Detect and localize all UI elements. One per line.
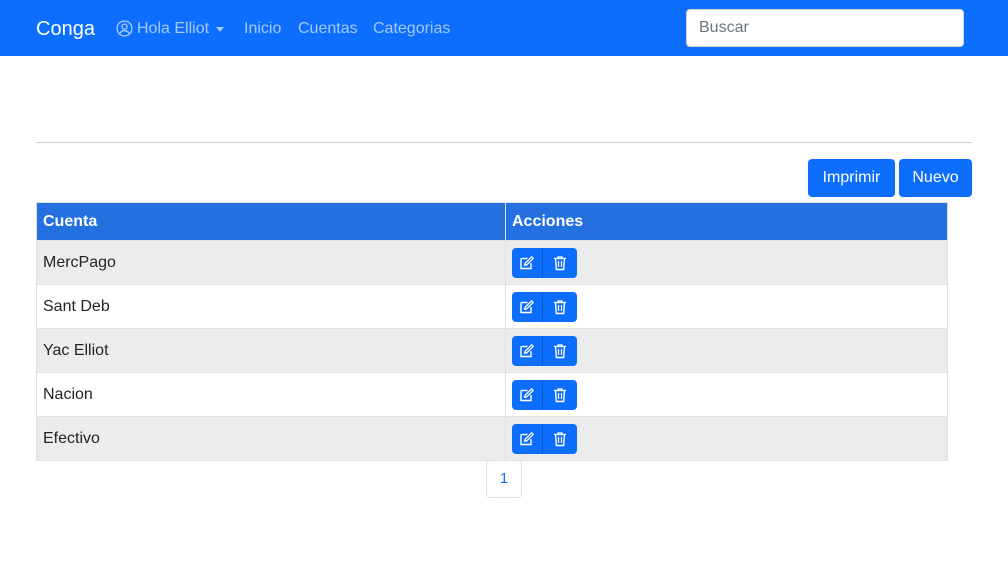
account-name-cell: Efectivo	[36, 416, 506, 461]
edit-icon	[520, 431, 534, 445]
row-actions	[512, 247, 941, 278]
table-row: MercPago	[36, 240, 948, 285]
delete-button[interactable]	[542, 247, 577, 278]
trash-icon	[554, 299, 566, 314]
account-name-cell: Yac Elliot	[36, 328, 506, 373]
delete-button[interactable]	[542, 423, 577, 454]
row-actions	[512, 423, 941, 454]
table-row: Nacion	[36, 372, 948, 417]
account-name-cell: MercPago	[36, 240, 506, 285]
trash-icon	[554, 431, 566, 446]
edit-button[interactable]	[512, 379, 542, 410]
nav-link-categorias[interactable]: Categorias	[373, 19, 450, 38]
row-actions	[512, 291, 941, 322]
accounts-table: Cuenta Acciones MercPago Sant Deb Yac Elli…	[36, 202, 948, 461]
delete-button[interactable]	[542, 379, 577, 410]
table-row: Efectivo	[36, 416, 948, 461]
edit-button[interactable]	[512, 247, 542, 278]
section-divider	[36, 142, 972, 143]
print-button[interactable]: Imprimir	[808, 159, 895, 197]
nav-link-inicio[interactable]: Inicio	[244, 19, 281, 38]
user-circle-icon	[116, 20, 133, 37]
column-header-cuenta: Cuenta	[36, 202, 506, 241]
actions-cell	[505, 416, 948, 461]
edit-icon	[520, 255, 534, 269]
trash-icon	[554, 343, 566, 358]
user-menu-dropdown[interactable]: Hola Elliot	[116, 19, 225, 38]
edit-button[interactable]	[512, 423, 542, 454]
trash-icon	[554, 255, 566, 270]
column-header-acciones: Acciones	[505, 202, 948, 241]
actions-cell	[505, 328, 948, 373]
edit-icon	[520, 387, 534, 401]
edit-icon	[520, 343, 534, 357]
chevron-down-icon	[216, 27, 225, 32]
table-header-row: Cuenta Acciones	[36, 202, 948, 241]
table-body: MercPago Sant Deb Yac Elliot Nacion Efectivo	[36, 240, 948, 461]
delete-button[interactable]	[542, 291, 577, 322]
pagination-page-1[interactable]: 1	[486, 460, 522, 498]
row-actions	[512, 379, 941, 410]
account-name-cell: Sant Deb	[36, 284, 506, 329]
table-row: Yac Elliot	[36, 328, 948, 373]
actions-cell	[505, 372, 948, 417]
edit-icon	[520, 299, 534, 313]
row-actions	[512, 335, 941, 366]
edit-button[interactable]	[512, 335, 542, 366]
account-name-cell: Nacion	[36, 372, 506, 417]
search-input[interactable]	[686, 9, 964, 47]
brand-logo[interactable]: Conga	[36, 17, 95, 41]
trash-icon	[554, 387, 566, 402]
delete-button[interactable]	[542, 335, 577, 366]
actions-cell	[505, 284, 948, 329]
edit-button[interactable]	[512, 291, 542, 322]
user-menu-label: Hola Elliot	[137, 20, 210, 37]
actions-cell	[505, 240, 948, 285]
table-row: Sant Deb	[36, 284, 948, 329]
top-navbar: Conga Hola Elliot Inicio Cuentas Categor…	[0, 0, 1008, 56]
new-button[interactable]: Nuevo	[899, 159, 972, 197]
nav-link-cuentas[interactable]: Cuentas	[298, 19, 358, 38]
